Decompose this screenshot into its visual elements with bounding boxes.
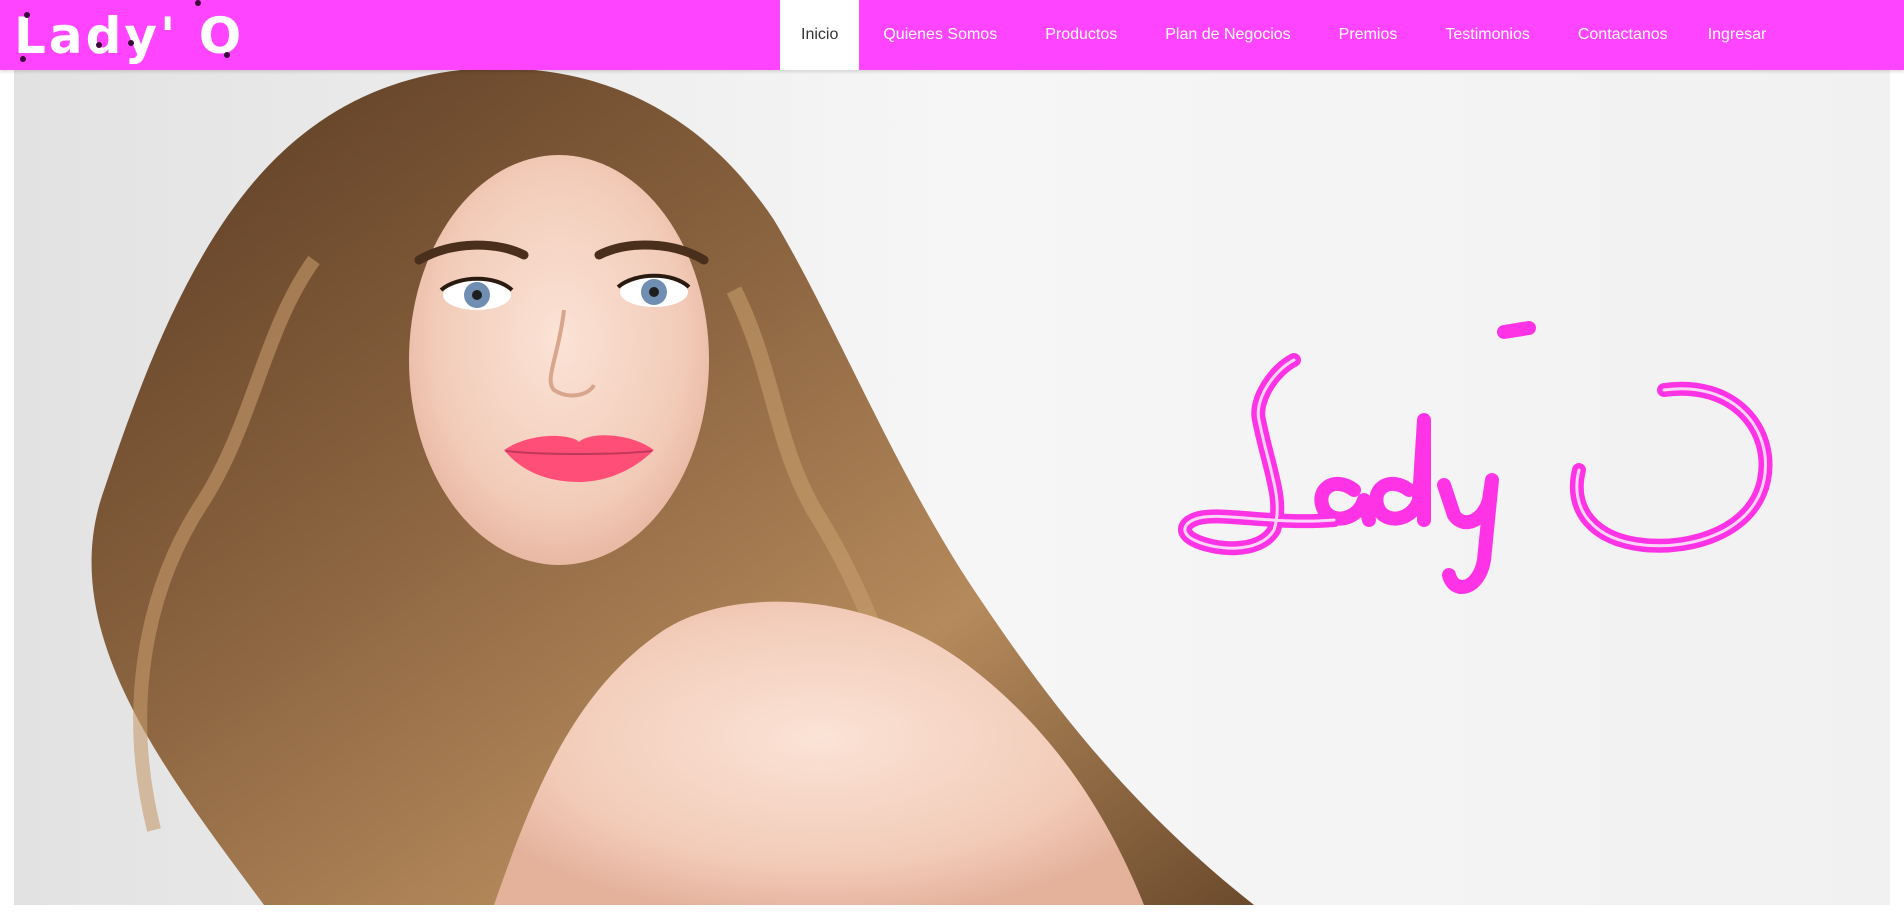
nav-item-inicio[interactable]: Inicio xyxy=(780,0,860,70)
hero-image xyxy=(14,70,1890,905)
nav-item-premios[interactable]: Premios xyxy=(1315,0,1422,70)
hero-banner xyxy=(14,70,1890,905)
nav-item-productos[interactable]: Productos xyxy=(1021,0,1141,70)
nav-item-plan-de-negocios[interactable]: Plan de Negocios xyxy=(1141,0,1314,70)
nav-item-quienes-somos[interactable]: Quienes Somos xyxy=(859,0,1021,70)
nav-item-ingresar[interactable]: Ingresar xyxy=(1692,0,1791,70)
navbar: Lady' O Inicio Quienes Somos Productos P… xyxy=(0,0,1904,70)
face-shape xyxy=(409,155,709,565)
brand-logo[interactable]: Lady' O xyxy=(14,6,244,66)
main-nav: Inicio Quienes Somos Productos Plan de N… xyxy=(780,0,1790,70)
nav-item-testimonios[interactable]: Testimonios xyxy=(1421,0,1553,70)
nav-item-contactanos[interactable]: Contactanos xyxy=(1554,0,1692,70)
